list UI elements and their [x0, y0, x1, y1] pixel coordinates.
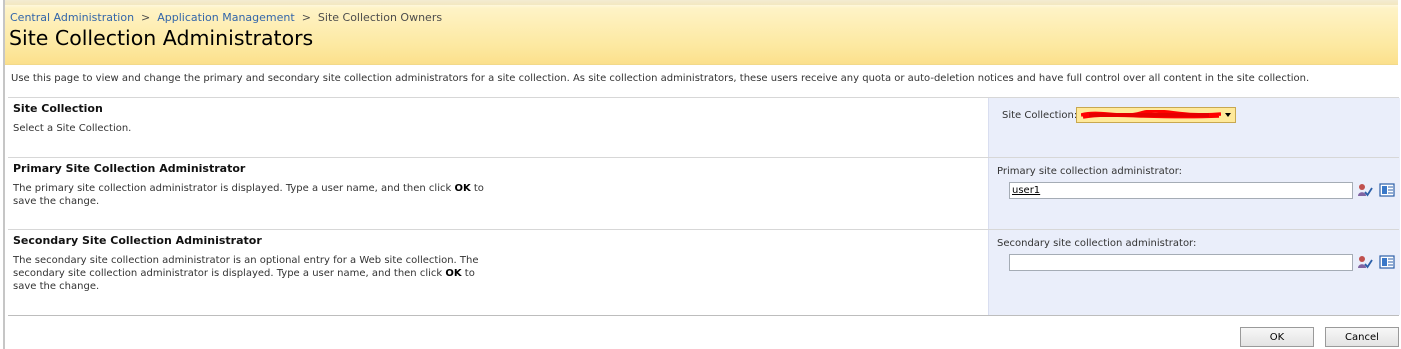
- breadcrumb-central-administration[interactable]: Central Administration: [10, 11, 134, 24]
- address-book-icon[interactable]: [1379, 255, 1395, 269]
- secondary-admin-label: Secondary site collection administrator:: [997, 238, 1197, 249]
- page-title: Site Collection Administrators: [9, 26, 314, 50]
- section-title: Site Collection: [13, 102, 103, 115]
- section-title: Secondary Site Collection Administrator: [13, 234, 262, 247]
- breadcrumb-separator: >: [301, 11, 311, 24]
- input-panel: [988, 98, 1400, 315]
- header-top-line: [5, 0, 1398, 5]
- primary-admin-label: Primary site collection administrator:: [997, 166, 1183, 177]
- breadcrumb-application-management[interactable]: Application Management: [157, 11, 294, 24]
- secondary-admin-input[interactable]: [1009, 254, 1353, 271]
- site-collection-selector[interactable]: [1076, 107, 1236, 123]
- page-description: Use this page to view and change the pri…: [11, 73, 1310, 84]
- section-description: The primary site collection administrato…: [13, 183, 484, 207]
- page-header: Central Administration > Application Man…: [5, 0, 1398, 65]
- ok-button[interactable]: OK: [1240, 327, 1314, 347]
- site-collection-label: Site Collection:: [1002, 110, 1078, 121]
- address-book-icon[interactable]: [1379, 183, 1395, 197]
- divider: [8, 157, 1399, 158]
- divider: [8, 229, 1399, 230]
- breadcrumb-separator: >: [141, 11, 151, 24]
- divider: [8, 315, 1399, 316]
- breadcrumb-current: Site Collection Owners: [317, 11, 443, 24]
- resolved-user[interactable]: user1: [1012, 185, 1040, 196]
- cancel-button[interactable]: Cancel: [1325, 327, 1399, 347]
- section-description: Select a Site Collection.: [13, 123, 132, 134]
- check-names-icon[interactable]: [1357, 255, 1373, 269]
- primary-admin-input[interactable]: user1: [1009, 182, 1353, 199]
- section-title: Primary Site Collection Administrator: [13, 162, 246, 175]
- section-description: The secondary site collection administra…: [13, 255, 479, 292]
- check-names-icon[interactable]: [1357, 183, 1373, 197]
- breadcrumb: Central Administration > Application Man…: [10, 11, 442, 24]
- chevron-down-icon: [1225, 113, 1231, 117]
- redaction-scribble: [1081, 110, 1221, 119]
